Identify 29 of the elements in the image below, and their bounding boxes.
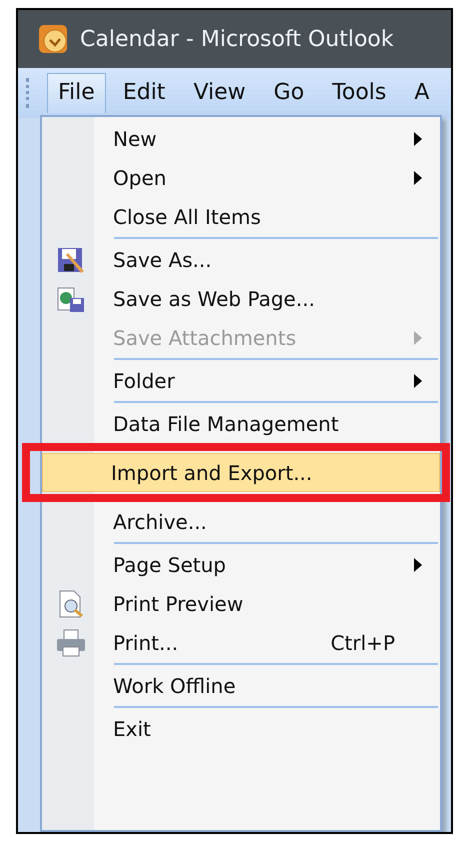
menu-item[interactable]: Page Setup bbox=[44, 545, 438, 584]
menu-bar-item[interactable]: File bbox=[47, 73, 106, 113]
menu-item[interactable]: Work Offline bbox=[44, 666, 438, 705]
menu-bar-item[interactable]: Edit bbox=[112, 73, 176, 113]
menu-item[interactable]: Exit bbox=[44, 709, 438, 748]
submenu-arrow-icon bbox=[413, 372, 423, 388]
menu-bar-item[interactable]: Go bbox=[262, 73, 316, 113]
menu-item[interactable]: Print Preview bbox=[44, 584, 438, 623]
menu-bar-item[interactable]: A bbox=[403, 73, 440, 113]
menu-item[interactable]: New bbox=[44, 119, 438, 158]
menu-bar-item[interactable]: View bbox=[182, 73, 257, 113]
menu-item[interactable]: Save As... bbox=[44, 240, 438, 279]
menu-item[interactable]: Data File Management bbox=[44, 404, 438, 443]
calendar-clock-icon bbox=[38, 24, 68, 54]
menu-bar-item[interactable]: Tools bbox=[321, 73, 398, 113]
menu-item[interactable]: Import and Export... bbox=[42, 453, 440, 492]
menu-item[interactable]: Folder bbox=[44, 361, 438, 400]
menu-item[interactable]: Archive... bbox=[44, 502, 438, 541]
menu-item[interactable]: Print... Ctrl+P bbox=[44, 623, 438, 662]
submenu-arrow-icon bbox=[413, 330, 423, 346]
menu-item[interactable]: Save as Web Page... bbox=[44, 279, 438, 318]
submenu-arrow-icon bbox=[413, 170, 423, 186]
window-title: Calendar - Microsoft Outlook bbox=[80, 26, 394, 52]
submenu-arrow-icon bbox=[413, 556, 423, 572]
shortcut-text: Ctrl+P bbox=[330, 630, 395, 654]
menu-item[interactable]: Open bbox=[44, 158, 438, 197]
menu-item[interactable]: Close All Items bbox=[44, 197, 438, 236]
printer-icon bbox=[55, 628, 87, 658]
submenu-arrow-icon bbox=[413, 130, 423, 146]
